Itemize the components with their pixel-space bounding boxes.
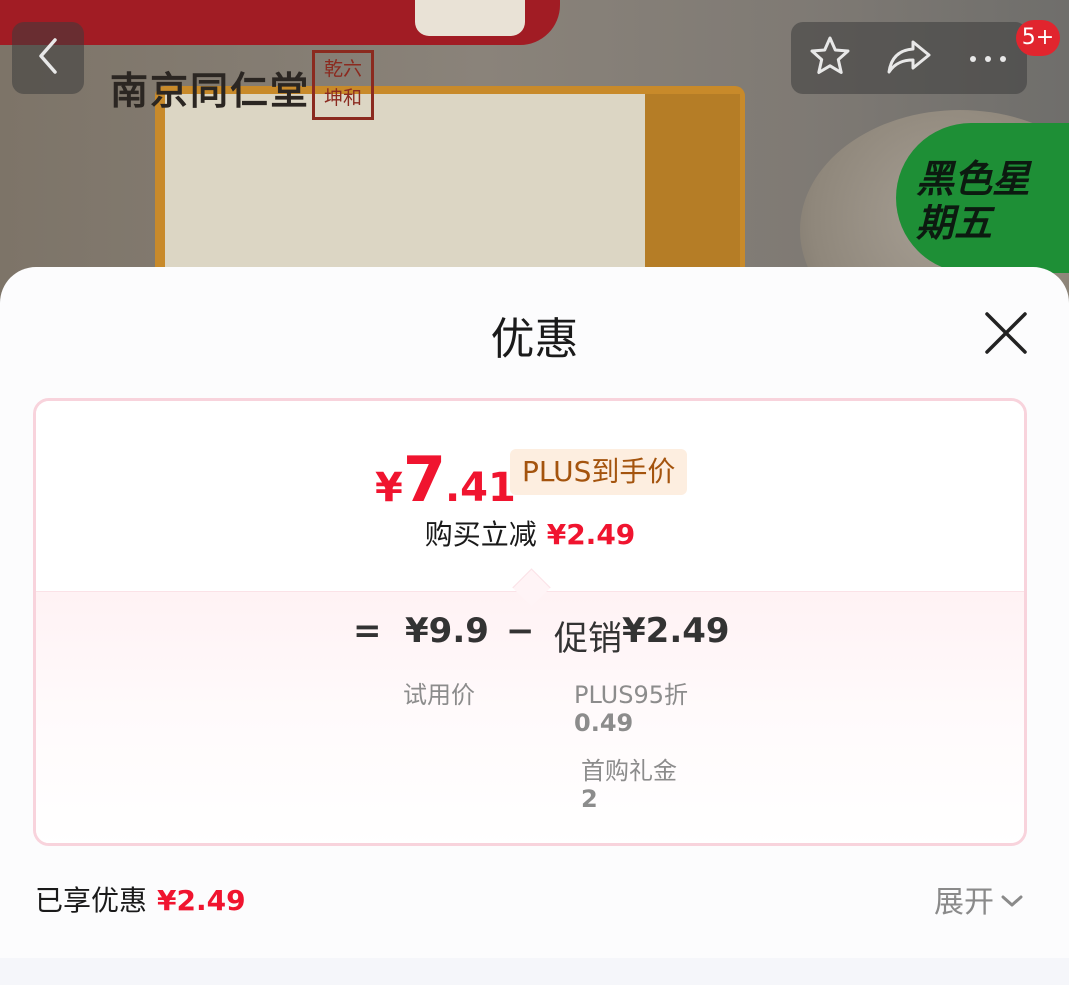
base-price-caption: 试用价 [403,681,475,709]
close-button[interactable] [978,307,1034,363]
sheet-title: 优惠 [490,314,579,365]
formula-equals: = [353,611,382,651]
product-seal: 乾六坤和 [312,50,374,120]
formula-base-price: ¥9.9 [405,611,489,651]
share-button[interactable] [877,26,941,90]
star-icon [808,34,852,82]
back-button[interactable] [12,22,84,94]
promo-banner-logo [415,0,525,36]
chevron-down-icon [1000,882,1024,917]
formula-promo-amount: ¥2.49 [622,611,730,651]
reduce-label: 购买立减 [424,518,537,551]
enjoyed-label: 已享优惠 [35,884,148,917]
expand-label: 展开 [934,885,994,920]
cart-count-badge: 5+ [1016,20,1060,56]
reduce-amount: ¥2.49 [546,518,636,551]
first-purchase-label: 首购礼金 [581,757,677,785]
share-icon [885,36,933,80]
price-integer: 7 [402,443,446,516]
favorite-button[interactable] [798,26,862,90]
back-arrow-icon [35,36,61,80]
expand-button[interactable]: 展开 [934,877,1024,921]
formula-minus: − [506,611,535,651]
product-brand-text: 南京同仁堂 [110,68,311,113]
reduce-row: 购买立减 ¥2.49 [36,513,1024,553]
formula-promo-label: 促销 [554,619,622,659]
price-decimal: .41 [444,465,516,511]
final-price-row: ¥7.41 PLUS到手价 [36,441,1024,516]
black-friday-text: 黑色星期五 [916,157,1031,245]
price-formula: = ¥9.9 − 促销 ¥2.49 [36,611,1024,661]
black-friday-sticker: 黑色星期五 [896,123,1069,273]
enjoyed-discount-row: 已享优惠 ¥2.49 [35,879,246,919]
price-breakdown-card: ¥7.41 PLUS到手价 购买立减 ¥2.49 = ¥9.9 − 促销 ¥2.4… [33,398,1027,846]
price-currency: ¥ [375,465,403,511]
footer-strip [0,958,1069,985]
discount-sheet: 优惠 ¥7.41 PLUS到手价 购买立减 ¥2.49 = ¥9.9 − 促销 ¥… [0,267,1069,985]
header-toolbar [791,22,1027,94]
more-button[interactable] [956,26,1020,90]
plus-discount-label: PLUS95折 [574,681,688,709]
plus-price-tag: PLUS到手价 [510,449,688,495]
final-price: ¥7.41 [375,443,516,516]
close-icon [984,311,1028,359]
more-icon [968,49,1008,68]
plus-discount-value: 0.49 [574,709,634,737]
first-purchase-value: 2 [581,785,598,813]
enjoyed-amount: ¥2.49 [157,884,246,917]
